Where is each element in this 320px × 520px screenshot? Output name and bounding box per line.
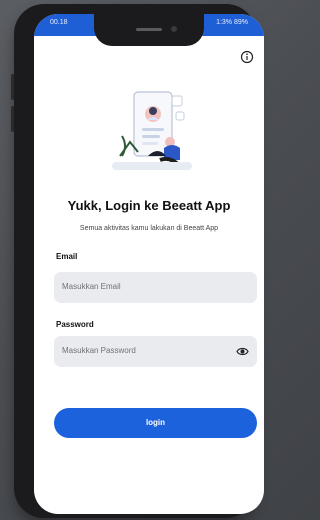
- login-button[interactable]: login: [54, 408, 257, 438]
- email-placeholder: Masukkan Email: [62, 282, 121, 291]
- status-indicators: 1:3% 89%: [216, 19, 248, 26]
- volume-down-button: [11, 106, 14, 132]
- info-icon[interactable]: [240, 50, 254, 64]
- phone-frame: 00.18 1:3% 89% Yukk, Login ke Beeatt App…: [11, 4, 264, 518]
- email-field[interactable]: Masukkan Email: [54, 272, 257, 303]
- volume-up-button: [11, 74, 14, 100]
- password-field[interactable]: Masukkan Password: [54, 336, 257, 367]
- page-title: Yukk, Login ke Beeatt App: [67, 198, 231, 213]
- password-label: Password: [56, 320, 94, 329]
- email-label: Email: [56, 252, 78, 261]
- speaker: [136, 28, 162, 31]
- notch: [94, 14, 204, 46]
- screen: 00.18 1:3% 89% Yukk, Login ke Beeatt App…: [34, 14, 264, 514]
- password-placeholder: Masukkan Password: [62, 346, 136, 355]
- page-subtitle: Semua aktivitas kamu lakukan di Beeatt A…: [79, 225, 219, 232]
- status-time: 00.18: [50, 19, 68, 26]
- login-illustration: [112, 91, 192, 170]
- eye-icon[interactable]: [236, 345, 249, 358]
- camera: [171, 26, 177, 32]
